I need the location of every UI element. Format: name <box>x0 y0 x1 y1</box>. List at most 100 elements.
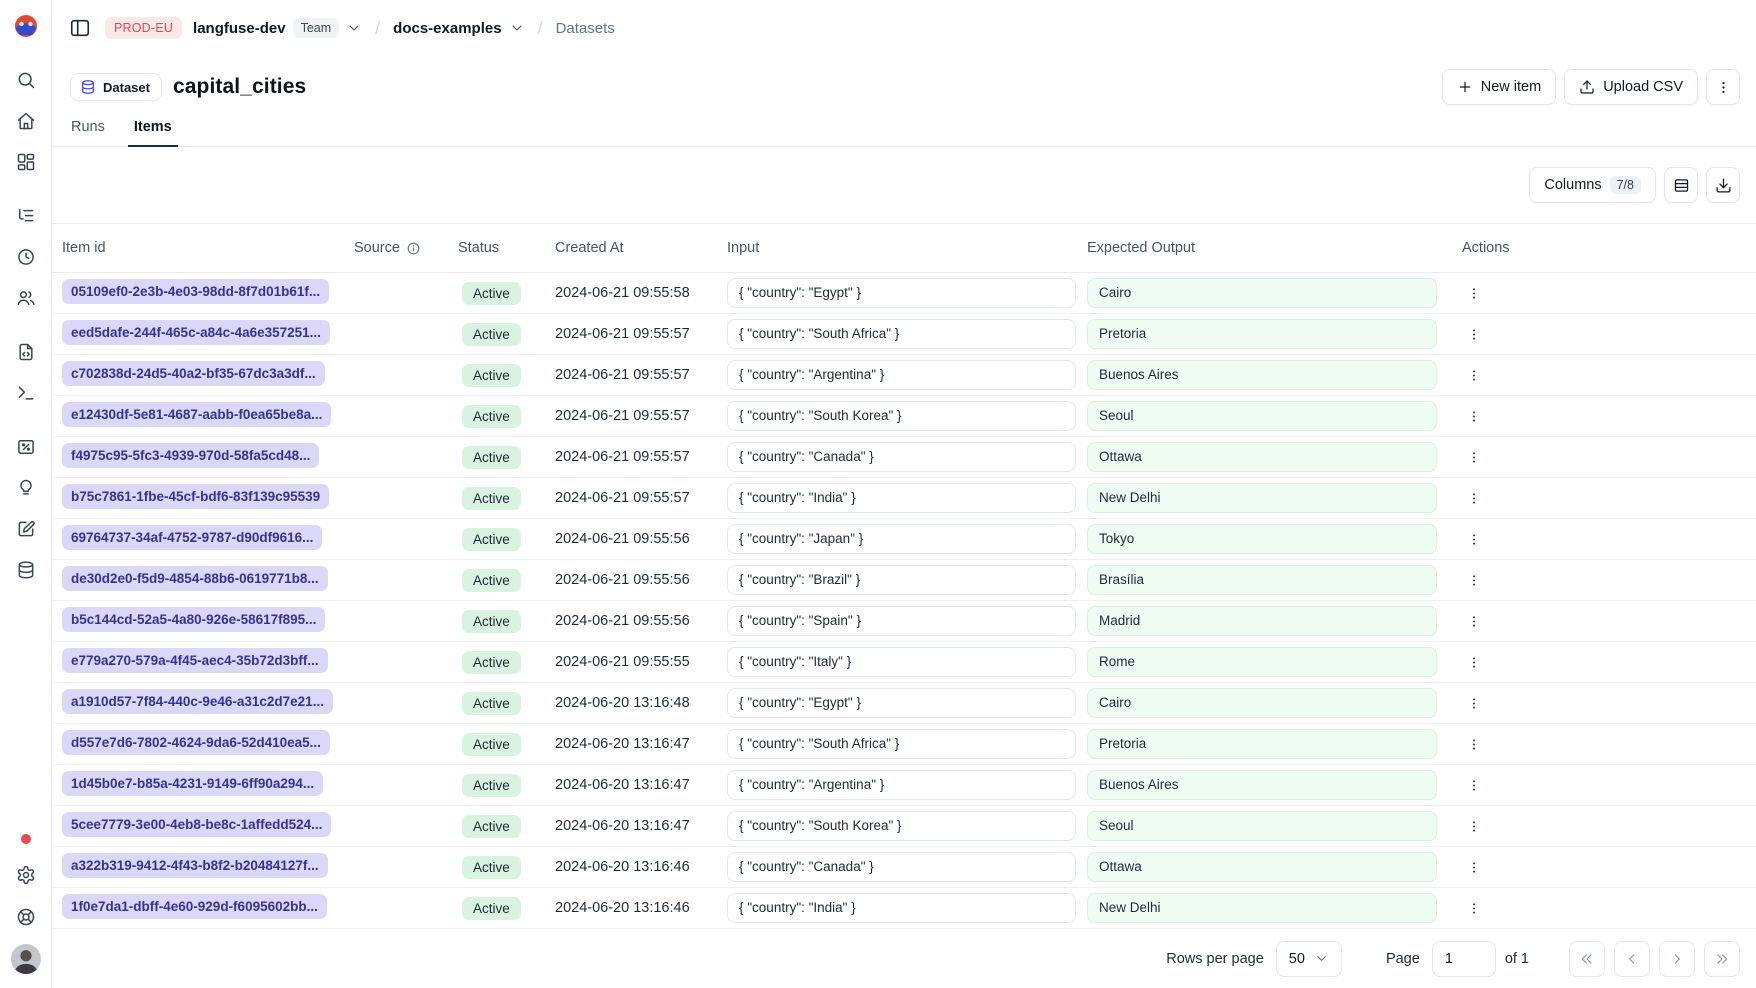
evaluation-icon[interactable] <box>11 432 41 462</box>
org-switcher[interactable]: langfuse-dev Team <box>193 18 362 38</box>
row-height-button[interactable] <box>1664 167 1698 203</box>
row-actions-menu-button[interactable] <box>1462 321 1486 347</box>
users-icon[interactable] <box>11 283 41 313</box>
input-value[interactable]: { "country": "South Africa" } <box>727 729 1076 759</box>
row-actions-menu-button[interactable] <box>1462 526 1486 552</box>
input-value[interactable]: { "country": "Canada" } <box>727 852 1076 882</box>
item-id-link[interactable]: de30d2e0-f5d9-4854-88b6-0619771b8... <box>62 566 328 591</box>
input-value[interactable]: { "country": "South Africa" } <box>727 319 1076 349</box>
expected-output-value[interactable]: Ottawa <box>1087 442 1437 472</box>
item-id-link[interactable]: c702838d-24d5-40a2-bf35-67dc3a3df... <box>62 361 325 386</box>
annotation-icon[interactable] <box>11 514 41 544</box>
row-actions-menu-button[interactable] <box>1462 362 1486 388</box>
input-value[interactable]: { "country": "South Korea" } <box>727 401 1076 431</box>
rows-per-page-select[interactable]: 50 <box>1276 941 1342 977</box>
column-header-status[interactable]: Status <box>458 240 555 256</box>
input-value[interactable]: { "country": "Argentina" } <box>727 360 1076 390</box>
column-header-item-id[interactable]: Item id <box>62 240 354 256</box>
input-value[interactable]: { "country": "Italy" } <box>727 647 1076 677</box>
row-actions-menu-button[interactable] <box>1462 772 1486 798</box>
expected-output-value[interactable]: New Delhi <box>1087 483 1437 513</box>
column-header-input[interactable]: Input <box>727 240 1087 256</box>
settings-icon[interactable] <box>11 860 41 890</box>
row-actions-menu-button[interactable] <box>1462 690 1486 716</box>
expected-output-value[interactable]: Cairo <box>1087 278 1437 308</box>
input-value[interactable]: { "country": "Canada" } <box>727 442 1076 472</box>
input-value[interactable]: { "country": "India" } <box>727 893 1076 923</box>
item-id-link[interactable]: a322b319-9412-4f43-b8f2-b20484127f... <box>62 853 328 878</box>
row-actions-menu-button[interactable] <box>1462 649 1486 675</box>
row-actions-menu-button[interactable] <box>1462 608 1486 634</box>
langfuse-logo[interactable] <box>13 13 39 39</box>
row-actions-menu-button[interactable] <box>1462 485 1486 511</box>
row-actions-menu-button[interactable] <box>1462 731 1486 757</box>
dashboards-icon[interactable] <box>11 147 41 177</box>
new-item-button[interactable]: New item <box>1442 69 1556 105</box>
prompts-icon[interactable] <box>11 337 41 367</box>
item-id-link[interactable]: 69764737-34af-4752-9787-d90df9616... <box>62 525 322 550</box>
support-icon[interactable] <box>11 902 41 932</box>
row-actions-menu-button[interactable] <box>1462 403 1486 429</box>
row-actions-menu-button[interactable] <box>1462 854 1486 880</box>
item-id-link[interactable]: 1f0e7da1-dbff-4e60-929d-f6095602bb... <box>62 894 327 919</box>
item-id-link[interactable]: e12430df-5e81-4687-aabb-f0ea65be8a... <box>62 402 331 427</box>
item-id-link[interactable]: f4975c95-5fc3-4939-970d-58fa5cd48... <box>62 443 319 468</box>
previous-page-button[interactable] <box>1614 941 1650 977</box>
expected-output-value[interactable]: Tokyo <box>1087 524 1437 554</box>
home-icon[interactable] <box>11 106 41 136</box>
expected-output-value[interactable]: Cairo <box>1087 688 1437 718</box>
input-value[interactable]: { "country": "Egypt" } <box>727 278 1076 308</box>
sidebar-toggle-button[interactable] <box>66 14 94 42</box>
input-value[interactable]: { "country": "Spain" } <box>727 606 1076 636</box>
export-button[interactable] <box>1706 167 1740 203</box>
row-actions-menu-button[interactable] <box>1462 813 1486 839</box>
column-header-created-at[interactable]: Created At <box>555 240 727 256</box>
expected-output-value[interactable]: Pretoria <box>1087 319 1437 349</box>
expected-output-value[interactable]: New Delhi <box>1087 893 1437 923</box>
item-id-link[interactable]: a1910d57-7f84-440c-9e46-a31c2d7e21... <box>62 689 333 714</box>
tab-runs[interactable]: Runs <box>65 110 111 147</box>
item-id-link[interactable]: b5c144cd-52a5-4a80-926e-58617f895... <box>62 607 325 632</box>
expected-output-value[interactable]: Buenos Aires <box>1087 360 1437 390</box>
expected-output-value[interactable]: Rome <box>1087 647 1437 677</box>
expected-output-value[interactable]: Pretoria <box>1087 729 1437 759</box>
columns-button[interactable]: Columns 7/8 <box>1529 167 1656 203</box>
row-actions-menu-button[interactable] <box>1462 895 1486 921</box>
expected-output-value[interactable]: Seoul <box>1087 401 1437 431</box>
expected-output-value[interactable]: Madrid <box>1087 606 1437 636</box>
input-value[interactable]: { "country": "South Korea" } <box>727 811 1076 841</box>
item-id-link[interactable]: 1d45b0e7-b85a-4231-9149-6ff90a294... <box>62 771 323 796</box>
judge-icon[interactable] <box>11 473 41 503</box>
input-value[interactable]: { "country": "Brazil" } <box>727 565 1076 595</box>
input-value[interactable]: { "country": "Japan" } <box>727 524 1076 554</box>
column-header-expected-output[interactable]: Expected Output <box>1087 240 1450 256</box>
header-more-actions-button[interactable] <box>1706 69 1740 105</box>
project-switcher[interactable]: docs-examples <box>393 20 524 37</box>
tracing-icon[interactable] <box>11 201 41 231</box>
input-value[interactable]: { "country": "Egypt" } <box>727 688 1076 718</box>
row-actions-menu-button[interactable] <box>1462 280 1486 306</box>
expected-output-value[interactable]: Brasília <box>1087 565 1437 595</box>
input-value[interactable]: { "country": "Argentina" } <box>727 770 1076 800</box>
next-page-button[interactable] <box>1659 941 1695 977</box>
datasets-icon[interactable] <box>11 555 41 585</box>
expected-output-value[interactable]: Seoul <box>1087 811 1437 841</box>
expected-output-value[interactable]: Buenos Aires <box>1087 770 1437 800</box>
item-id-link[interactable]: 05109ef0-2e3b-4e03-98dd-8f7d01b61f... <box>62 279 329 304</box>
page-number-input[interactable] <box>1432 941 1496 977</box>
row-actions-menu-button[interactable] <box>1462 567 1486 593</box>
item-id-link[interactable]: b75c7861-1fbe-45cf-bdf6-83f139c95539 <box>62 484 329 509</box>
item-id-link[interactable]: 5cee7779-3e00-4eb8-be8c-1affedd524... <box>62 812 331 837</box>
input-value[interactable]: { "country": "India" } <box>727 483 1076 513</box>
sessions-icon[interactable] <box>11 242 41 272</box>
item-id-link[interactable]: d557e7d6-7802-4624-9da6-52d410ea5... <box>62 730 330 755</box>
expected-output-value[interactable]: Ottawa <box>1087 852 1437 882</box>
column-header-source[interactable]: Source <box>354 240 458 256</box>
search-icon[interactable] <box>11 65 41 95</box>
row-actions-menu-button[interactable] <box>1462 444 1486 470</box>
first-page-button[interactable] <box>1569 941 1605 977</box>
item-id-link[interactable]: e779a270-579a-4f45-aec4-35b72d3bff... <box>62 648 328 673</box>
avatar[interactable] <box>11 944 41 974</box>
tab-items[interactable]: Items <box>128 110 178 147</box>
item-id-link[interactable]: eed5dafe-244f-465c-a84c-4a6e357251... <box>62 320 330 345</box>
